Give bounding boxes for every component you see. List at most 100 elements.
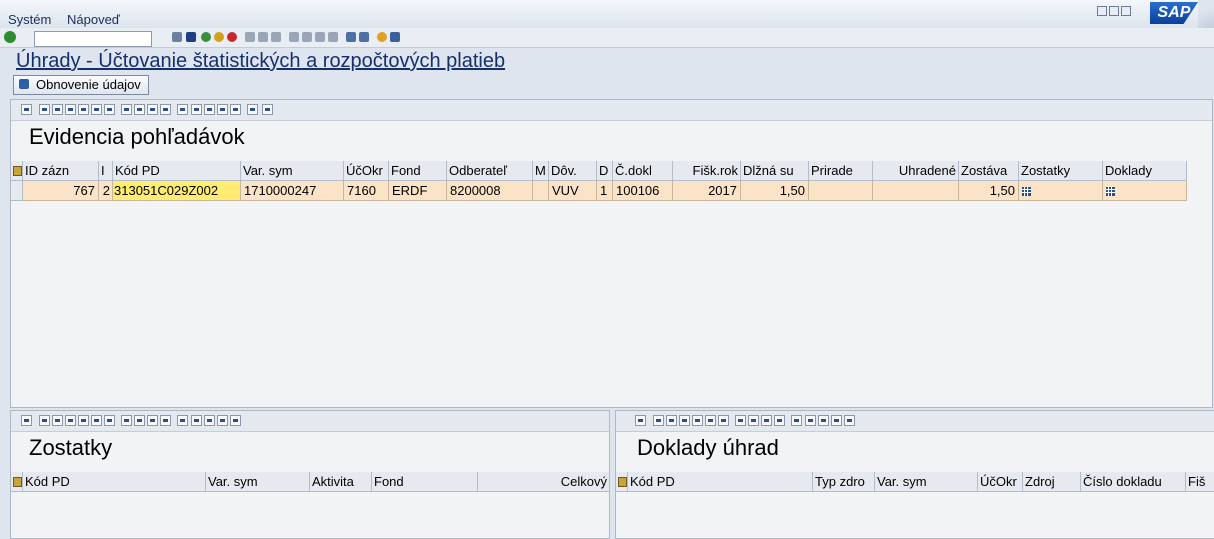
cell-odberatel[interactable]: 8200008: [447, 181, 533, 201]
table-icon[interactable]: [1022, 187, 1031, 197]
close-icon[interactable]: [1121, 6, 1131, 16]
details-icon[interactable]: [21, 104, 32, 115]
export-icon[interactable]: [191, 415, 202, 426]
cell-kod-pd[interactable]: 313051C029Z002: [113, 181, 241, 201]
column-header-uhradene[interactable]: Uhradené: [873, 161, 959, 181]
column-header-aktivita[interactable]: Aktivita: [310, 472, 372, 492]
total-dropdown-icon[interactable]: [748, 415, 759, 426]
column-header-cislo-dokladu[interactable]: Číslo dokladu: [1081, 472, 1186, 492]
print-preview-icon[interactable]: [791, 415, 802, 426]
find-next-icon[interactable]: [692, 415, 703, 426]
cell-ucokr[interactable]: 7160: [344, 181, 389, 201]
refresh-data-button[interactable]: Obnovenie údajov: [13, 75, 149, 95]
cell-fond[interactable]: ERDF: [389, 181, 447, 201]
column-header-fisk[interactable]: Fiš: [1186, 472, 1214, 492]
column-header-fond[interactable]: Fond: [389, 161, 447, 181]
export-icon[interactable]: [805, 415, 816, 426]
layout-dropdown-icon[interactable]: [230, 104, 241, 115]
find-next-icon[interactable]: [271, 32, 281, 42]
new-session-icon[interactable]: [346, 32, 356, 42]
menu-help[interactable]: Nápoveď: [67, 12, 120, 27]
filter-icon[interactable]: [91, 415, 102, 426]
sort-descending-icon[interactable]: [52, 104, 63, 115]
column-header-dov[interactable]: Dôv.: [549, 161, 597, 181]
subtotal-dropdown-icon[interactable]: [774, 415, 785, 426]
cell-fisk-rok[interactable]: 2017: [673, 181, 741, 201]
cell-d[interactable]: 1: [597, 181, 613, 201]
cell-dov[interactable]: VUV: [549, 181, 597, 201]
sort-ascending-icon[interactable]: [39, 415, 50, 426]
help-icon[interactable]: [377, 32, 387, 42]
column-header-fond[interactable]: Fond: [372, 472, 478, 492]
column-header-zdroj[interactable]: Zdroj: [1023, 472, 1081, 492]
details-icon[interactable]: [635, 415, 646, 426]
total-icon[interactable]: [121, 415, 132, 426]
subtotal-dropdown-icon[interactable]: [160, 104, 171, 115]
save-icon[interactable]: [186, 32, 196, 42]
first-page-icon[interactable]: [289, 32, 299, 42]
select-all-icon[interactable]: [616, 472, 628, 492]
filter-icon[interactable]: [705, 415, 716, 426]
cell-uhradene[interactable]: [873, 181, 959, 201]
find-icon[interactable]: [65, 104, 76, 115]
filter-dropdown-icon[interactable]: [718, 415, 729, 426]
export-dropdown-icon[interactable]: [204, 104, 215, 115]
exit-icon[interactable]: [214, 32, 224, 42]
cell-m[interactable]: [533, 181, 549, 201]
cell-priradene[interactable]: [809, 181, 873, 201]
total-dropdown-icon[interactable]: [134, 104, 145, 115]
export-icon[interactable]: [191, 104, 202, 115]
find-next-icon[interactable]: [78, 104, 89, 115]
next-page-icon[interactable]: [315, 32, 325, 42]
filter-icon[interactable]: [91, 104, 102, 115]
column-header-dlzna-suma[interactable]: Dlžná su: [741, 161, 809, 181]
details-icon[interactable]: [21, 415, 32, 426]
column-header-var-sym[interactable]: Var. sym: [206, 472, 310, 492]
column-header-celkovy[interactable]: Celkový: [478, 472, 609, 492]
cell-c-dokl[interactable]: 100106: [613, 181, 673, 201]
cell-zostatky[interactable]: [1019, 181, 1103, 201]
column-header-zostatky[interactable]: Zostatky: [1019, 161, 1103, 181]
column-header-i[interactable]: I: [99, 161, 113, 181]
select-all-icon[interactable]: [11, 161, 23, 181]
column-header-var-sym[interactable]: Var. sym: [241, 161, 344, 181]
column-header-odberatel[interactable]: Odberateľ: [447, 161, 533, 181]
previous-page-icon[interactable]: [302, 32, 312, 42]
total-icon[interactable]: [121, 104, 132, 115]
column-header-ucokr[interactable]: ÚčOkr: [978, 472, 1023, 492]
graphic-icon[interactable]: [247, 104, 258, 115]
subtotal-icon[interactable]: [147, 415, 158, 426]
shortcut-icon[interactable]: [359, 32, 369, 42]
row-selector[interactable]: [11, 181, 23, 201]
select-all-icon[interactable]: [11, 472, 23, 492]
column-header-ucokr[interactable]: ÚčOkr: [344, 161, 389, 181]
column-header-fisk-rok[interactable]: Fišk.rok: [673, 161, 741, 181]
last-page-icon[interactable]: [328, 32, 338, 42]
subtotal-icon[interactable]: [761, 415, 772, 426]
find-icon[interactable]: [65, 415, 76, 426]
back-icon[interactable]: [201, 32, 211, 42]
sort-ascending-icon[interactable]: [653, 415, 664, 426]
find-next-icon[interactable]: [78, 415, 89, 426]
print-preview-icon[interactable]: [177, 104, 188, 115]
sort-descending-icon[interactable]: [666, 415, 677, 426]
filter-dropdown-icon[interactable]: [104, 415, 115, 426]
total-dropdown-icon[interactable]: [134, 415, 145, 426]
cell-zostava[interactable]: 1,50: [959, 181, 1019, 201]
layout-dropdown-icon[interactable]: [230, 415, 241, 426]
column-header-zostava[interactable]: Zostáva: [959, 161, 1019, 181]
enter-icon[interactable]: [4, 31, 16, 43]
information-icon[interactable]: [262, 104, 273, 115]
column-header-id[interactable]: ID zázn: [23, 161, 99, 181]
cell-doklady[interactable]: [1103, 181, 1187, 201]
table-icon[interactable]: [1106, 187, 1115, 197]
total-icon[interactable]: [735, 415, 746, 426]
find-icon[interactable]: [258, 32, 268, 42]
print-icon[interactable]: [245, 32, 255, 42]
layout-dropdown-icon[interactable]: [844, 415, 855, 426]
maximize-icon[interactable]: [1109, 6, 1119, 16]
cancel-icon[interactable]: [227, 32, 237, 42]
sort-ascending-icon[interactable]: [39, 104, 50, 115]
cell-var-sym[interactable]: 1710000247: [241, 181, 344, 201]
column-header-kod-pd[interactable]: Kód PD: [23, 472, 206, 492]
